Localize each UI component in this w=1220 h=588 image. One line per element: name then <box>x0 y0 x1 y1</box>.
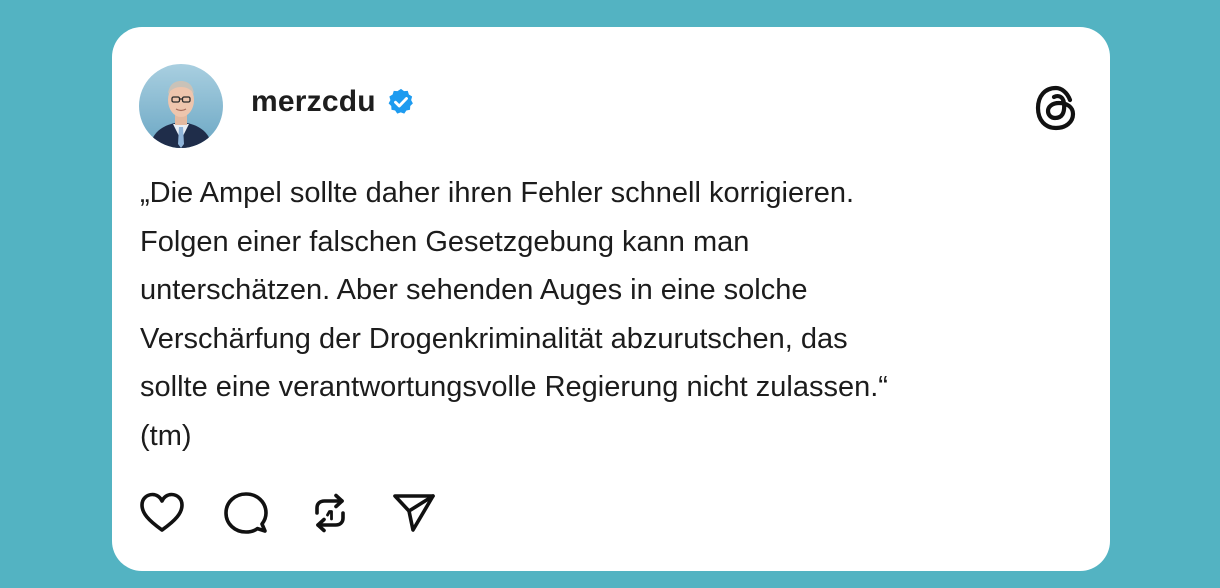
comment-button[interactable] <box>222 489 270 537</box>
avatar-image <box>139 64 223 148</box>
username[interactable]: merzcdu <box>251 85 376 119</box>
comment-bubble-icon <box>224 492 268 534</box>
avatar[interactable] <box>139 64 223 148</box>
share-button[interactable] <box>390 489 438 537</box>
post-header: merzcdu <box>251 85 416 119</box>
threads-logo-icon[interactable] <box>1032 83 1080 133</box>
like-button[interactable] <box>138 489 186 537</box>
post-actions <box>138 489 474 537</box>
repost-button[interactable] <box>306 489 354 537</box>
verified-badge-icon <box>388 88 413 114</box>
send-icon <box>393 494 435 532</box>
post-text: „Die Ampel sollte daher ihren Fehler sch… <box>140 177 888 452</box>
post-card: merzcdu „Die Ampel sollte daher ihren Fe… <box>112 27 1110 571</box>
heart-icon <box>140 492 184 532</box>
repost-icon <box>315 493 345 533</box>
